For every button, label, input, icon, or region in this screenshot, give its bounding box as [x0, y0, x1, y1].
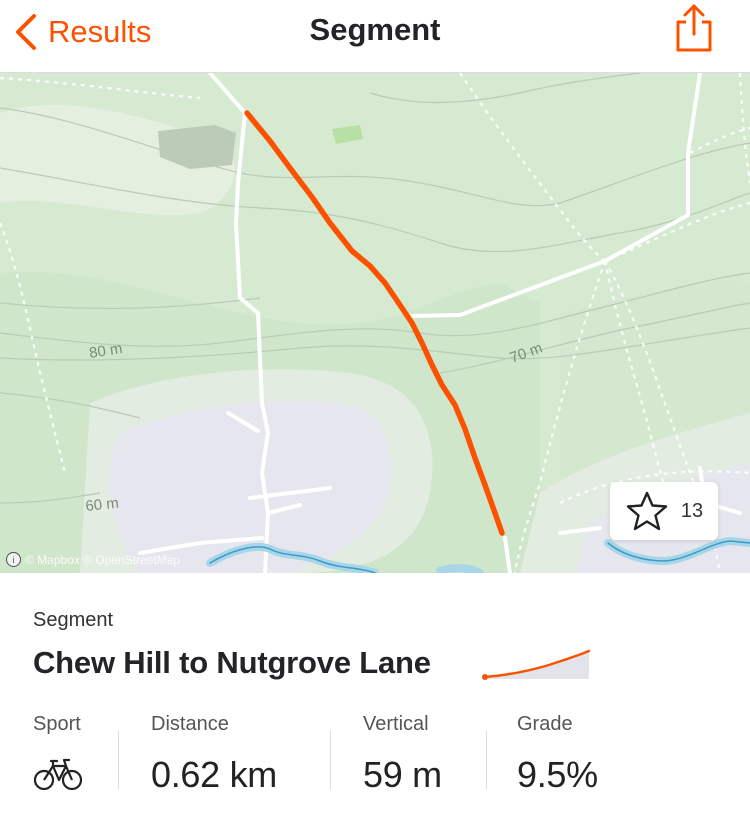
stat-sport: Sport — [33, 713, 83, 803]
stats-row: Sport Distance 0.62 km Vertical 59 m Gra… — [0, 713, 750, 813]
stat-grade: Grade 9.5% — [517, 713, 598, 803]
stat-vertical: Vertical 59 m — [363, 713, 442, 803]
attribution-text: © Mapbox © OpenStreetMap — [25, 552, 181, 567]
stat-divider — [486, 731, 487, 789]
share-button[interactable] — [672, 2, 716, 54]
stat-value: 0.62 km — [151, 754, 277, 795]
segment-name: Chew Hill to Nutgrove Lane — [33, 645, 431, 680]
info-icon[interactable]: i — [6, 552, 21, 567]
stat-value: 59 m — [363, 754, 442, 795]
stat-divider — [330, 731, 331, 789]
star-icon — [626, 491, 668, 531]
star-button[interactable]: 13 — [610, 482, 718, 540]
segment-label: Segment — [33, 609, 114, 631]
map-attribution[interactable]: i © Mapbox © OpenStreetMap — [6, 552, 180, 567]
stat-key: Grade — [517, 713, 573, 735]
stat-distance: Distance 0.62 km — [151, 713, 277, 803]
elevation-profile — [482, 649, 591, 680]
stat-divider — [118, 731, 119, 789]
star-count: 13 — [680, 499, 704, 522]
nav-bar: Results Segment — [0, 0, 750, 73]
segment-info-panel: Segment Chew Hill to Nutgrove Lane Sport… — [0, 573, 750, 832]
stat-key: Distance — [151, 713, 229, 735]
bike-icon — [33, 758, 83, 791]
stat-key: Sport — [33, 713, 81, 735]
page-title: Segment — [309, 12, 441, 47]
stat-key: Vertical — [363, 713, 429, 735]
share-icon — [676, 4, 712, 52]
contour-label-60: 60 m — [85, 495, 120, 515]
segment-map[interactable]: 80 m 70 m 60 m i © Mapbox © OpenStreetMa… — [0, 73, 750, 573]
stat-value: 9.5% — [517, 754, 598, 795]
